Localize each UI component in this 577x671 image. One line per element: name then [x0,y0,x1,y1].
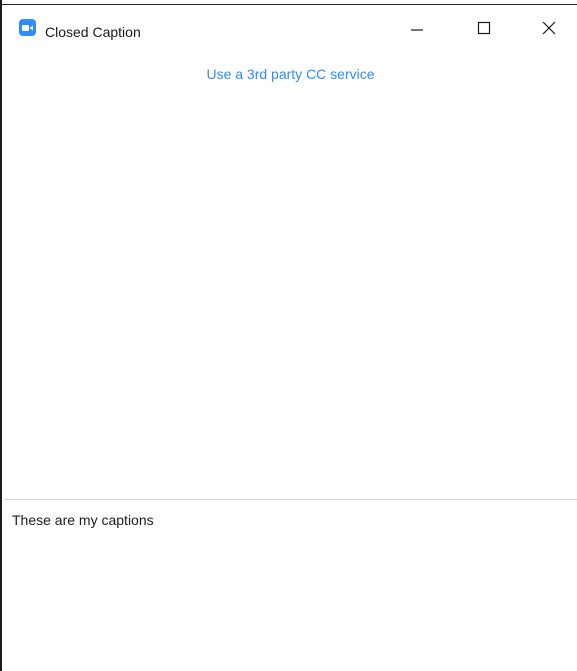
zoom-camera-icon [19,19,36,36]
closed-caption-window: Closed Caption Use a 3rd party CC servic… [0,0,577,671]
third-party-cc-link[interactable]: Use a 3rd party CC service [2,66,577,82]
maximize-icon [477,21,491,35]
caption-text: These are my captions [12,512,154,528]
close-button[interactable] [526,10,572,46]
maximize-button[interactable] [461,10,507,46]
close-icon [542,21,556,35]
caption-area: These are my captions [4,500,577,671]
minimize-icon [411,29,423,31]
window-top-edge [2,0,577,5]
minimize-button[interactable] [394,10,440,46]
window-title: Closed Caption [45,24,141,40]
